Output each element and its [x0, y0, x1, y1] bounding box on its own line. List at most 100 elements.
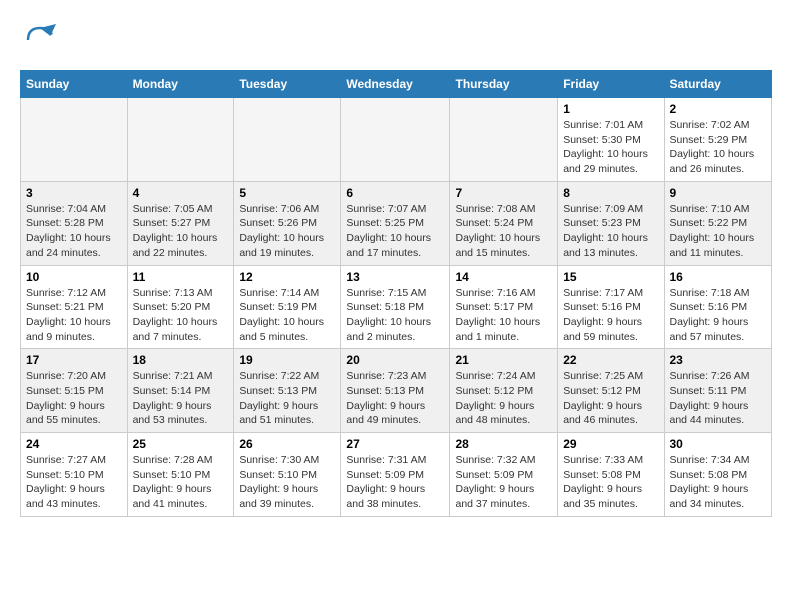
- day-info: Sunrise: 7:16 AMSunset: 5:17 PMDaylight:…: [455, 286, 552, 345]
- day-info: Sunrise: 7:31 AMSunset: 5:09 PMDaylight:…: [346, 453, 444, 512]
- calendar-cell: 5 Sunrise: 7:06 AMSunset: 5:26 PMDaylight…: [234, 181, 341, 265]
- calendar-cell: 3 Sunrise: 7:04 AMSunset: 5:28 PMDaylight…: [21, 181, 128, 265]
- weekday-header-row: SundayMondayTuesdayWednesdayThursdayFrid…: [21, 71, 772, 98]
- weekday-header-friday: Friday: [558, 71, 664, 98]
- day-number: 2: [670, 102, 767, 116]
- day-number: 9: [670, 186, 767, 200]
- calendar-cell: 2 Sunrise: 7:02 AMSunset: 5:29 PMDaylight…: [664, 98, 772, 182]
- calendar-cell: [450, 98, 558, 182]
- day-number: 4: [133, 186, 229, 200]
- calendar-cell: 23 Sunrise: 7:26 AMSunset: 5:11 PMDayligh…: [664, 349, 772, 433]
- day-number: 7: [455, 186, 552, 200]
- calendar-cell: 24 Sunrise: 7:27 AMSunset: 5:10 PMDayligh…: [21, 433, 128, 517]
- calendar-cell: 29 Sunrise: 7:33 AMSunset: 5:08 PMDayligh…: [558, 433, 664, 517]
- week-row-5: 24 Sunrise: 7:27 AMSunset: 5:10 PMDayligh…: [21, 433, 772, 517]
- day-number: 20: [346, 353, 444, 367]
- day-info: Sunrise: 7:13 AMSunset: 5:20 PMDaylight:…: [133, 286, 229, 345]
- day-info: Sunrise: 7:20 AMSunset: 5:15 PMDaylight:…: [26, 369, 122, 428]
- calendar-cell: 16 Sunrise: 7:18 AMSunset: 5:16 PMDayligh…: [664, 265, 772, 349]
- weekday-header-tuesday: Tuesday: [234, 71, 341, 98]
- calendar-cell: 27 Sunrise: 7:31 AMSunset: 5:09 PMDayligh…: [341, 433, 450, 517]
- day-number: 27: [346, 437, 444, 451]
- day-number: 11: [133, 270, 229, 284]
- calendar-body: 1 Sunrise: 7:01 AMSunset: 5:30 PMDaylight…: [21, 98, 772, 517]
- day-info: Sunrise: 7:25 AMSunset: 5:12 PMDaylight:…: [563, 369, 658, 428]
- day-number: 5: [239, 186, 335, 200]
- day-info: Sunrise: 7:02 AMSunset: 5:29 PMDaylight:…: [670, 118, 767, 177]
- page-header: [20, 20, 772, 60]
- day-info: Sunrise: 7:24 AMSunset: 5:12 PMDaylight:…: [455, 369, 552, 428]
- weekday-header-monday: Monday: [127, 71, 234, 98]
- day-info: Sunrise: 7:08 AMSunset: 5:24 PMDaylight:…: [455, 202, 552, 261]
- calendar-cell: 19 Sunrise: 7:22 AMSunset: 5:13 PMDayligh…: [234, 349, 341, 433]
- day-info: Sunrise: 7:23 AMSunset: 5:13 PMDaylight:…: [346, 369, 444, 428]
- week-row-2: 3 Sunrise: 7:04 AMSunset: 5:28 PMDaylight…: [21, 181, 772, 265]
- day-info: Sunrise: 7:04 AMSunset: 5:28 PMDaylight:…: [26, 202, 122, 261]
- calendar-cell: 1 Sunrise: 7:01 AMSunset: 5:30 PMDaylight…: [558, 98, 664, 182]
- day-number: 19: [239, 353, 335, 367]
- calendar-cell: 7 Sunrise: 7:08 AMSunset: 5:24 PMDaylight…: [450, 181, 558, 265]
- day-number: 29: [563, 437, 658, 451]
- day-info: Sunrise: 7:18 AMSunset: 5:16 PMDaylight:…: [670, 286, 767, 345]
- week-row-4: 17 Sunrise: 7:20 AMSunset: 5:15 PMDayligh…: [21, 349, 772, 433]
- calendar-cell: 18 Sunrise: 7:21 AMSunset: 5:14 PMDayligh…: [127, 349, 234, 433]
- day-number: 17: [26, 353, 122, 367]
- calendar-cell: 20 Sunrise: 7:23 AMSunset: 5:13 PMDayligh…: [341, 349, 450, 433]
- calendar-cell: 21 Sunrise: 7:24 AMSunset: 5:12 PMDayligh…: [450, 349, 558, 433]
- day-info: Sunrise: 7:12 AMSunset: 5:21 PMDaylight:…: [26, 286, 122, 345]
- day-number: 18: [133, 353, 229, 367]
- calendar-cell: 15Sunrise: 7:17 AMSunset: 5:16 PMDayligh…: [558, 265, 664, 349]
- weekday-header-wednesday: Wednesday: [341, 71, 450, 98]
- calendar-cell: [341, 98, 450, 182]
- calendar-cell: 17 Sunrise: 7:20 AMSunset: 5:15 PMDayligh…: [21, 349, 128, 433]
- day-number: 21: [455, 353, 552, 367]
- day-number: 8: [563, 186, 658, 200]
- day-number: 3: [26, 186, 122, 200]
- calendar-cell: [21, 98, 128, 182]
- week-row-1: 1 Sunrise: 7:01 AMSunset: 5:30 PMDaylight…: [21, 98, 772, 182]
- day-number: 25: [133, 437, 229, 451]
- calendar-cell: 11 Sunrise: 7:13 AMSunset: 5:20 PMDayligh…: [127, 265, 234, 349]
- logo-icon: [20, 20, 60, 60]
- day-info: Sunrise: 7:01 AMSunset: 5:30 PMDaylight:…: [563, 118, 658, 177]
- day-info: Sunrise: 7:14 AMSunset: 5:19 PMDaylight:…: [239, 286, 335, 345]
- day-number: 24: [26, 437, 122, 451]
- day-number: 22: [563, 353, 658, 367]
- calendar-cell: 13 Sunrise: 7:15 AMSunset: 5:18 PMDayligh…: [341, 265, 450, 349]
- day-number: 23: [670, 353, 767, 367]
- calendar-cell: 25 Sunrise: 7:28 AMSunset: 5:10 PMDayligh…: [127, 433, 234, 517]
- day-info: Sunrise: 7:21 AMSunset: 5:14 PMDaylight:…: [133, 369, 229, 428]
- calendar-cell: 4Sunrise: 7:05 AMSunset: 5:27 PMDaylight…: [127, 181, 234, 265]
- calendar-cell: 9 Sunrise: 7:10 AMSunset: 5:22 PMDaylight…: [664, 181, 772, 265]
- day-info: Sunrise: 7:28 AMSunset: 5:10 PMDaylight:…: [133, 453, 229, 512]
- day-number: 14: [455, 270, 552, 284]
- calendar-cell: 26Sunrise: 7:30 AMSunset: 5:10 PMDayligh…: [234, 433, 341, 517]
- day-info: Sunrise: 7:06 AMSunset: 5:26 PMDaylight:…: [239, 202, 335, 261]
- day-info: Sunrise: 7:07 AMSunset: 5:25 PMDaylight:…: [346, 202, 444, 261]
- day-info: Sunrise: 7:33 AMSunset: 5:08 PMDaylight:…: [563, 453, 658, 512]
- logo: [20, 20, 66, 60]
- day-info: Sunrise: 7:22 AMSunset: 5:13 PMDaylight:…: [239, 369, 335, 428]
- day-number: 16: [670, 270, 767, 284]
- day-number: 30: [670, 437, 767, 451]
- day-number: 28: [455, 437, 552, 451]
- day-info: Sunrise: 7:17 AMSunset: 5:16 PMDaylight:…: [563, 286, 658, 345]
- day-number: 10: [26, 270, 122, 284]
- day-info: Sunrise: 7:15 AMSunset: 5:18 PMDaylight:…: [346, 286, 444, 345]
- day-info: Sunrise: 7:26 AMSunset: 5:11 PMDaylight:…: [670, 369, 767, 428]
- day-number: 13: [346, 270, 444, 284]
- day-number: 12: [239, 270, 335, 284]
- calendar-cell: 30 Sunrise: 7:34 AMSunset: 5:08 PMDayligh…: [664, 433, 772, 517]
- day-info: Sunrise: 7:09 AMSunset: 5:23 PMDaylight:…: [563, 202, 658, 261]
- day-info: Sunrise: 7:10 AMSunset: 5:22 PMDaylight:…: [670, 202, 767, 261]
- day-info: Sunrise: 7:27 AMSunset: 5:10 PMDaylight:…: [26, 453, 122, 512]
- weekday-header-saturday: Saturday: [664, 71, 772, 98]
- day-number: 6: [346, 186, 444, 200]
- calendar-cell: 28Sunrise: 7:32 AMSunset: 5:09 PMDayligh…: [450, 433, 558, 517]
- day-info: Sunrise: 7:34 AMSunset: 5:08 PMDaylight:…: [670, 453, 767, 512]
- day-number: 1: [563, 102, 658, 116]
- calendar-cell: 10 Sunrise: 7:12 AMSunset: 5:21 PMDayligh…: [21, 265, 128, 349]
- calendar-cell: 6 Sunrise: 7:07 AMSunset: 5:25 PMDaylight…: [341, 181, 450, 265]
- calendar-cell: [234, 98, 341, 182]
- weekday-header-thursday: Thursday: [450, 71, 558, 98]
